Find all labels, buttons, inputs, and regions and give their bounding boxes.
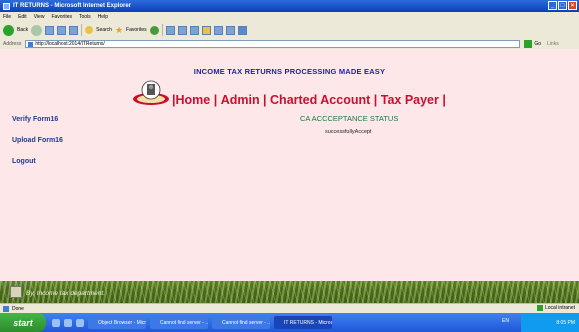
- system-tray: 8:05 PM: [521, 313, 579, 332]
- taskbar-item[interactable]: Cannot find server - ...: [212, 316, 270, 329]
- favorites-star-icon[interactable]: ★: [115, 25, 123, 36]
- start-button[interactable]: start: [0, 313, 46, 332]
- print-icon[interactable]: [189, 25, 199, 35]
- page-done-icon: [3, 305, 9, 312]
- menu-file[interactable]: File: [3, 14, 11, 20]
- history-icon[interactable]: [165, 25, 175, 35]
- home-icon[interactable]: [69, 25, 79, 35]
- taskbar: start Object Browser - Micr... Cannot fi…: [0, 313, 579, 332]
- back-arrow-icon[interactable]: [3, 24, 14, 36]
- toolbar-separator: [161, 24, 163, 36]
- sidebar-link-upload-form16[interactable]: Upload Form16: [12, 137, 63, 144]
- ie-icon: [3, 2, 10, 10]
- research-icon[interactable]: [225, 25, 235, 35]
- forward-arrow-icon[interactable]: [31, 24, 43, 36]
- taskbar-item-active[interactable]: IT RETURNS - Micros...: [274, 316, 332, 329]
- show-desktop-icon[interactable]: [52, 318, 60, 327]
- maximize-button[interactable]: □: [558, 1, 567, 10]
- menu-help[interactable]: Help: [98, 14, 108, 20]
- window-titlebar: IT RETURNS - Microsoft Internet Explorer…: [0, 0, 579, 12]
- media-icon[interactable]: [149, 25, 159, 35]
- close-button[interactable]: ×: [568, 1, 577, 10]
- footer-banner: By, Income tax department.: [0, 281, 579, 303]
- taskbar-item[interactable]: Cannot find server - ...: [150, 316, 208, 329]
- mail-icon[interactable]: [177, 25, 187, 35]
- browser-toolbar: Back Search ★ Favorites: [0, 21, 579, 39]
- address-label: Address: [3, 41, 22, 47]
- search-label[interactable]: Search: [96, 27, 112, 33]
- status-heading: CA ACCCEPTANCE STATUS: [300, 114, 399, 123]
- address-bar: Address http://localhost:2014/ITReturns/…: [0, 39, 579, 49]
- media-quicklaunch-icon[interactable]: [76, 318, 84, 327]
- discuss-icon[interactable]: [213, 25, 223, 35]
- address-url[interactable]: http://localhost:2014/ITReturns/: [35, 41, 104, 47]
- go-arrow-icon[interactable]: [524, 40, 533, 48]
- edit-icon[interactable]: [201, 25, 211, 35]
- status-text: Done: [12, 305, 24, 312]
- sidebar-link-verify-form16[interactable]: Verify Form16: [12, 116, 58, 123]
- stop-icon[interactable]: [45, 25, 55, 35]
- address-input[interactable]: http://localhost:2014/ITReturns/: [25, 40, 521, 48]
- minimize-button[interactable]: _: [548, 1, 557, 10]
- menu-bar: File Edit View Favorites Tools Help: [0, 12, 579, 21]
- refresh-icon[interactable]: [57, 25, 67, 35]
- menu-view[interactable]: View: [34, 14, 45, 20]
- nav-tax-payer[interactable]: Tax Payer |: [381, 93, 446, 107]
- footer-text: By, Income tax department.: [26, 290, 105, 297]
- nav-charted-account[interactable]: Charted Account |: [270, 93, 377, 107]
- quick-launch: [52, 318, 84, 327]
- back-label[interactable]: Back: [17, 27, 28, 33]
- sidebar-link-logout[interactable]: Logout: [12, 158, 36, 165]
- intranet-zone-icon: [536, 305, 543, 311]
- footer-logo-icon: [10, 286, 22, 298]
- nav-admin[interactable]: Admin |: [221, 93, 267, 107]
- go-button[interactable]: Go: [534, 41, 541, 47]
- nav-home[interactable]: |Home |: [172, 93, 217, 107]
- language-indicator[interactable]: EN: [502, 318, 509, 324]
- status-bar: Done Local intranet: [0, 303, 579, 313]
- messenger-icon[interactable]: [237, 25, 247, 35]
- emblem-logo-icon: [133, 80, 169, 105]
- menu-favorites[interactable]: Favorites: [51, 14, 72, 20]
- menu-edit[interactable]: Edit: [18, 14, 27, 20]
- ie-quicklaunch-icon[interactable]: [64, 318, 72, 327]
- favorites-label[interactable]: Favorites: [126, 27, 147, 33]
- page-content: INCOME TAX RETURNS PROCESSING MADE EASY …: [0, 49, 579, 303]
- taskbar-item[interactable]: Object Browser - Micr...: [88, 316, 146, 329]
- status-message: successfullyAccept: [325, 129, 372, 135]
- links-button[interactable]: Links: [547, 41, 559, 47]
- menu-tools[interactable]: Tools: [79, 14, 91, 20]
- clock: 8:05 PM: [556, 319, 575, 326]
- window-title: IT RETURNS - Microsoft Internet Explorer: [13, 3, 132, 9]
- page-title: INCOME TAX RETURNS PROCESSING MADE EASY: [193, 67, 386, 76]
- zone-label: Local intranet: [544, 305, 575, 311]
- page-icon: [28, 41, 34, 47]
- main-nav: |Home | Admin | Charted Account | Tax Pa…: [172, 93, 446, 107]
- toolbar-separator: [81, 24, 83, 36]
- search-icon[interactable]: [85, 26, 94, 34]
